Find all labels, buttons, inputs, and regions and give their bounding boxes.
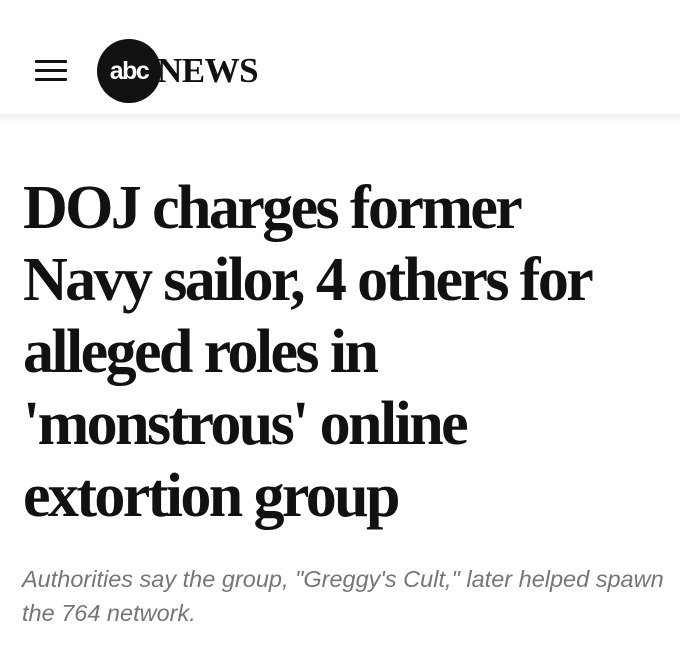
site-header: abc NEWS <box>0 0 680 114</box>
abc-news-logo[interactable]: abc NEWS <box>97 39 297 103</box>
header-divider <box>0 114 680 124</box>
article-dek: Authorities say the group, "Greggy's Cul… <box>22 566 664 626</box>
menu-bar <box>35 78 67 81</box>
article-headline: DOJ charges former Navy sailor, 4 others… <box>23 174 593 530</box>
menu-bar <box>35 60 67 63</box>
menu-bar <box>35 69 67 72</box>
news-wordmark: NEWS <box>157 51 259 90</box>
abc-logo-circle: abc <box>97 39 161 103</box>
hamburger-menu-icon[interactable] <box>35 58 69 82</box>
